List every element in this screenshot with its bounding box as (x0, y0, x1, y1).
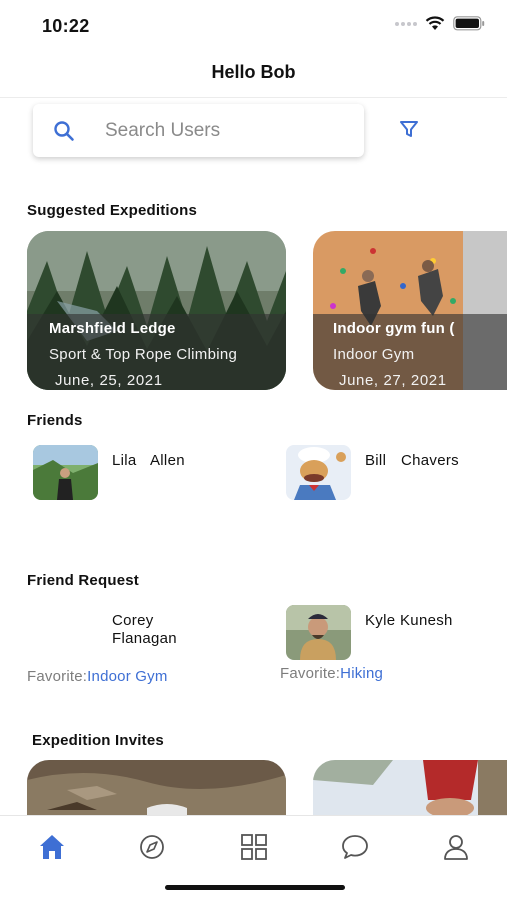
invite-card[interactable] (313, 760, 507, 816)
request-first-name: Kyle (365, 612, 396, 629)
search-bar[interactable] (33, 104, 364, 157)
header-divider (0, 97, 507, 98)
request-last-name: Flanagan (112, 630, 177, 647)
favorite-value[interactable]: Indoor Gym (87, 668, 167, 685)
avatar[interactable] (33, 445, 98, 500)
battery-icon (453, 16, 485, 31)
friend-last-name: Chavers (401, 452, 459, 469)
search-input[interactable] (105, 119, 345, 142)
status-bar: 10:22 (0, 0, 507, 50)
compass-icon[interactable] (137, 832, 167, 862)
status-time: 10:22 (42, 16, 90, 36)
section-title-suggested: Suggested Expeditions (27, 202, 198, 219)
expedition-card[interactable]: Indoor gym fun ( Indoor Gym June, 27, 20… (313, 231, 507, 390)
expedition-card[interactable]: Marshfield Ledge Sport & Top Rope Climbi… (27, 231, 286, 390)
expedition-date: June, 27, 2021 (339, 372, 447, 389)
invite-photo (27, 760, 286, 816)
friend-last-name: Allen (150, 452, 185, 469)
favorite-row: Favorite:Hiking (280, 665, 383, 682)
home-indicator (165, 885, 345, 890)
grid-icon[interactable] (239, 832, 269, 862)
chat-icon[interactable] (340, 832, 370, 862)
expedition-type: Indoor Gym (333, 346, 415, 363)
expedition-name: Indoor gym fun ( (333, 320, 455, 337)
filter-icon[interactable] (398, 118, 420, 140)
wifi-icon (425, 16, 445, 30)
request-first-name: Corey (112, 612, 154, 629)
section-title-friends: Friends (27, 412, 83, 429)
avatar[interactable] (286, 445, 351, 500)
profile-icon[interactable] (441, 832, 471, 862)
expedition-type: Sport & Top Rope Climbing (49, 346, 238, 363)
search-icon (54, 120, 74, 141)
expedition-name: Marshfield Ledge (49, 320, 176, 337)
avatar[interactable] (286, 605, 351, 660)
invite-photo (313, 760, 507, 816)
status-icons (395, 16, 485, 31)
section-title-invites: Expedition Invites (32, 732, 164, 749)
section-title-requests: Friend Request (27, 572, 139, 589)
friend-first-name: Bill (365, 452, 387, 469)
favorite-label: Favorite: (27, 668, 88, 685)
invite-card[interactable] (27, 760, 286, 816)
page-title: Hello Bob (211, 62, 296, 82)
expedition-date: June, 25, 2021 (55, 372, 163, 389)
home-icon[interactable] (37, 832, 67, 862)
favorite-label: Favorite: (280, 665, 341, 682)
favorite-row: Favorite:Indoor Gym (27, 668, 168, 685)
signal-icon (395, 21, 417, 26)
request-last-name: Kunesh (400, 612, 453, 629)
friend-first-name: Lila (112, 452, 137, 469)
favorite-value[interactable]: Hiking (340, 665, 383, 682)
